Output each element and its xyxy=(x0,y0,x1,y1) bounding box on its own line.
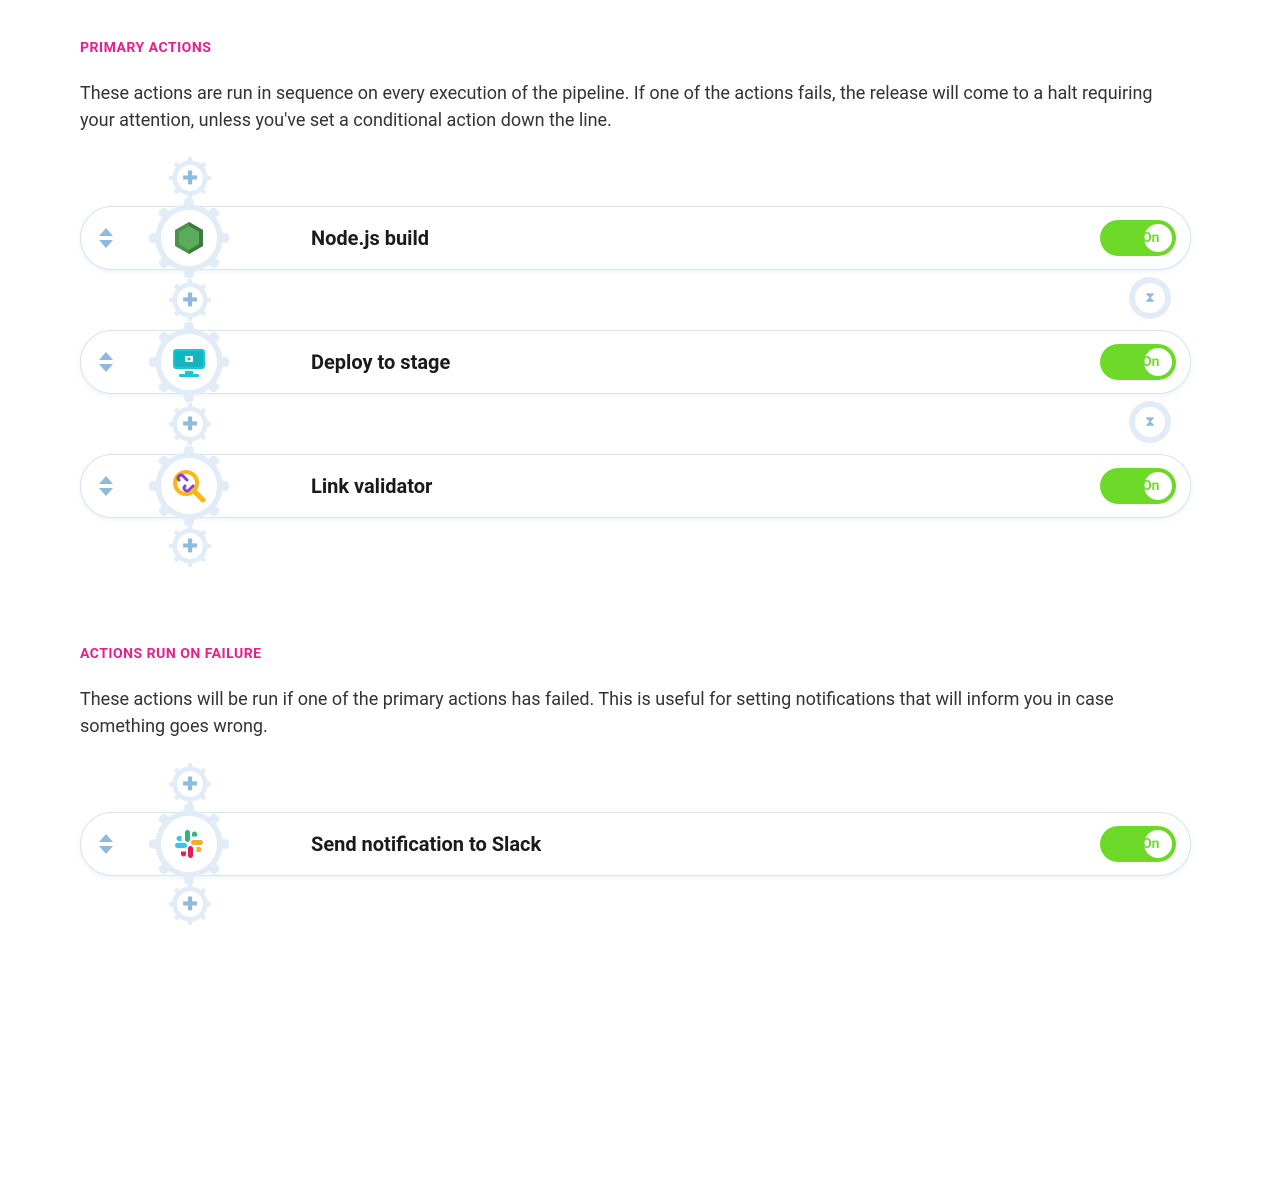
add-action-button[interactable]: ✚ xyxy=(170,884,210,924)
toggle-label: On xyxy=(1142,230,1159,246)
toggle-label: On xyxy=(1142,354,1159,370)
arrow-down-icon xyxy=(99,846,113,854)
action-card[interactable]: Send notification to Slack On xyxy=(80,812,1191,876)
nodejs-icon xyxy=(173,220,205,256)
drag-handle[interactable] xyxy=(81,476,131,496)
plus-icon: ✚ xyxy=(182,774,197,795)
add-action-button[interactable]: ✚ xyxy=(170,280,210,320)
primary-heading: PRIMARY ACTIONS xyxy=(80,40,1191,56)
add-action-button[interactable]: ✚ xyxy=(170,764,210,804)
action-card[interactable]: Node.js build On xyxy=(80,206,1191,270)
primary-pipeline: ✚ Node.js build On xyxy=(80,158,1191,566)
hourglass-icon: ⧗ xyxy=(1145,290,1155,306)
action-card[interactable]: Link validator On xyxy=(80,454,1191,518)
primary-actions-section: PRIMARY ACTIONS These actions are run in… xyxy=(80,40,1191,566)
toggle-label: On xyxy=(1142,836,1159,852)
link-validator-icon xyxy=(171,468,207,504)
action-icon-gear xyxy=(149,198,229,278)
hourglass-icon: ⧗ xyxy=(1145,414,1155,430)
plus-icon: ✚ xyxy=(182,168,197,189)
arrow-down-icon xyxy=(99,240,113,248)
add-action-button[interactable]: ✚ xyxy=(170,404,210,444)
drag-handle[interactable] xyxy=(81,228,131,248)
action-title: Link validator xyxy=(311,474,1100,498)
drag-handle[interactable] xyxy=(81,352,131,372)
action-title: Send notification to Slack xyxy=(311,832,1100,856)
arrow-up-icon xyxy=(99,834,113,842)
failure-description: These actions will be run if one of the … xyxy=(80,686,1191,740)
primary-description: These actions are run in sequence on eve… xyxy=(80,80,1191,134)
wait-badge[interactable]: ⧗ xyxy=(1129,401,1171,443)
failure-actions-section: ACTIONS RUN ON FAILURE These actions wil… xyxy=(80,646,1191,924)
arrow-down-icon xyxy=(99,364,113,372)
failure-pipeline: ✚ xyxy=(80,764,1191,924)
action-title: Node.js build xyxy=(311,226,1100,250)
toggle-switch[interactable]: On xyxy=(1100,344,1176,380)
plus-icon: ✚ xyxy=(182,536,197,557)
failure-heading: ACTIONS RUN ON FAILURE xyxy=(80,646,1191,662)
action-icon-gear xyxy=(149,804,229,884)
arrow-up-icon xyxy=(99,352,113,360)
slack-icon xyxy=(173,828,205,860)
action-title: Deploy to stage xyxy=(311,350,1100,374)
toggle-switch[interactable]: On xyxy=(1100,468,1176,504)
plus-icon: ✚ xyxy=(182,894,197,915)
drag-handle[interactable] xyxy=(81,834,131,854)
arrow-up-icon xyxy=(99,228,113,236)
wait-badge[interactable]: ⧗ xyxy=(1129,277,1171,319)
toggle-switch[interactable]: On xyxy=(1100,826,1176,862)
action-card[interactable]: Deploy to stage On xyxy=(80,330,1191,394)
add-action-button[interactable]: ✚ xyxy=(170,158,210,198)
action-icon-gear xyxy=(149,322,229,402)
add-action-button[interactable]: ✚ xyxy=(170,526,210,566)
toggle-label: On xyxy=(1142,478,1159,494)
arrow-down-icon xyxy=(99,488,113,496)
deploy-icon xyxy=(171,347,207,377)
action-icon-gear xyxy=(149,446,229,526)
plus-icon: ✚ xyxy=(182,290,197,311)
toggle-switch[interactable]: On xyxy=(1100,220,1176,256)
plus-icon: ✚ xyxy=(182,414,197,435)
arrow-up-icon xyxy=(99,476,113,484)
